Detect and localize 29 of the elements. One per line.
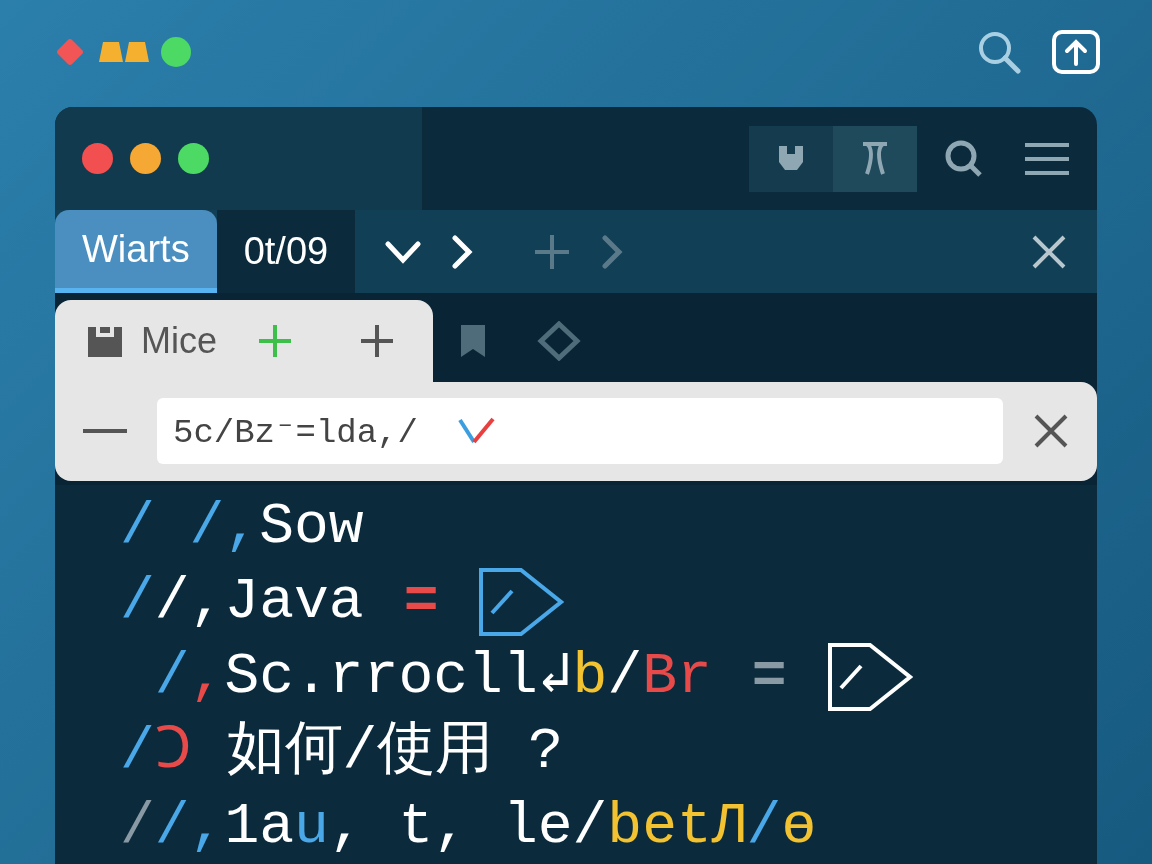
tab[interactable]: 0t/09 xyxy=(216,210,356,293)
equals-sign: = xyxy=(403,568,439,636)
plus-icon[interactable] xyxy=(359,323,395,359)
upload-icon[interactable] xyxy=(1052,29,1100,74)
toolbar-button[interactable] xyxy=(749,125,833,192)
toolbar-button[interactable] xyxy=(833,125,917,192)
diamond-outline-icon[interactable] xyxy=(537,321,581,361)
close-icon[interactable] xyxy=(1031,233,1067,270)
tab[interactable]: Wiarts xyxy=(55,210,217,293)
maximize-window-button[interactable] xyxy=(178,143,209,175)
chevron-down-icon[interactable] xyxy=(385,239,422,264)
circle-icon xyxy=(160,35,192,68)
close-icon[interactable] xyxy=(1033,413,1069,450)
equals-sign: = xyxy=(751,643,787,711)
code-line: /Ↄ 如何/使用 ? xyxy=(120,718,564,786)
trapezoid-icon xyxy=(98,39,150,64)
close-window-button[interactable] xyxy=(82,143,113,175)
minus-icon[interactable] xyxy=(83,428,127,435)
find-tab-label: Mice xyxy=(141,319,218,363)
code-line: / /,Sow xyxy=(120,493,364,561)
find-tab[interactable]: Mice xyxy=(55,300,433,382)
menu-icon[interactable] xyxy=(1025,141,1069,176)
code-line: //,Java xyxy=(120,568,364,636)
plus-icon[interactable] xyxy=(533,232,572,271)
code-line: //,1au, t, le/betЛ/ɵ xyxy=(120,793,817,861)
find-field[interactable]: 5c/Bz⁻=lda,/ xyxy=(157,398,1003,465)
bookmark-icon[interactable] xyxy=(459,323,487,359)
minimize-window-button[interactable] xyxy=(130,143,161,175)
code-line: /,Sc.rrocll↲b/Br xyxy=(153,643,712,711)
